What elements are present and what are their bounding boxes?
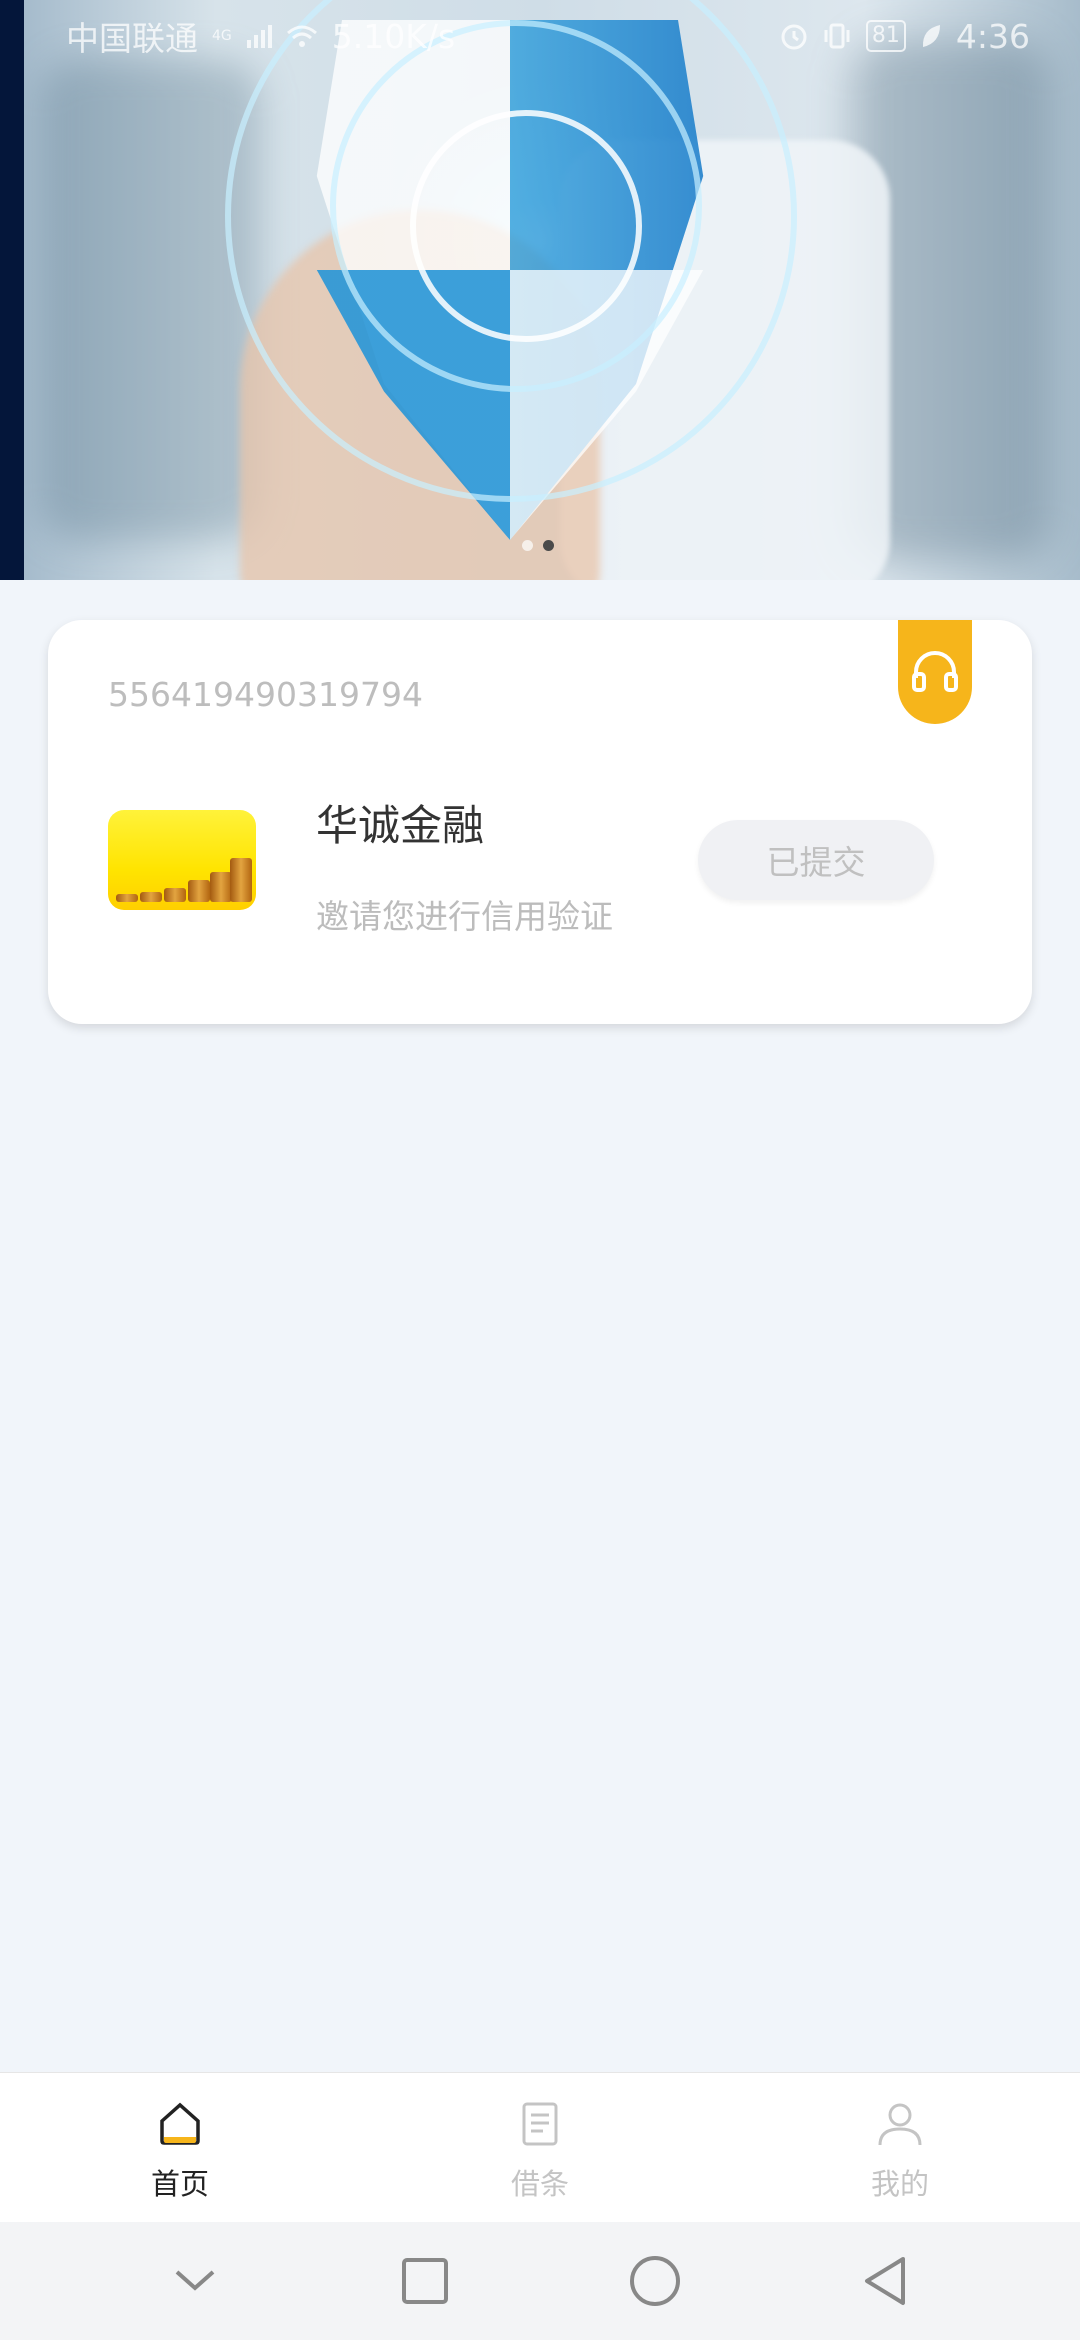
battery-indicator: 81: [865, 20, 906, 52]
tab-mine-label: 我的: [870, 2167, 929, 2201]
submitted-status-button[interactable]: 已提交: [698, 820, 934, 900]
carousel-dot-active: [543, 540, 554, 551]
promo-banner[interactable]: [0, 0, 1080, 580]
carrier-label: 中国联通: [66, 19, 198, 58]
company-logo: [108, 810, 256, 910]
tab-iou-label: 借条: [510, 2167, 569, 2201]
carousel-dot: [522, 540, 533, 551]
home-nav-button[interactable]: [615, 2241, 695, 2321]
recents-button[interactable]: [385, 2241, 465, 2321]
signal-icon: [246, 25, 272, 48]
wifi-icon: [286, 25, 317, 47]
system-nav-bar: [0, 2222, 1080, 2340]
leaf-icon: [922, 25, 940, 47]
carousel-indicator: [522, 540, 554, 551]
company-name: 华诚金融: [316, 801, 485, 850]
recents-icon: [402, 2258, 448, 2304]
banner-bg-blur: [40, 60, 260, 540]
network-type: 4G: [212, 28, 232, 44]
clock-time: 4:36: [955, 16, 1030, 56]
tab-home-label: 首页: [150, 2167, 209, 2201]
credit-invite-card: 556419490319794 华诚金融 邀请您进行信用验证 已提交: [48, 620, 1032, 1024]
hide-nav-button[interactable]: [155, 2241, 235, 2321]
customer-service-button[interactable]: [898, 620, 972, 724]
tab-iou[interactable]: 借条: [420, 2073, 660, 2222]
back-button[interactable]: [845, 2241, 925, 2321]
tab-mine[interactable]: 我的: [780, 2073, 1020, 2222]
tab-home[interactable]: 首页: [60, 2073, 300, 2222]
home-icon: [160, 2102, 200, 2145]
network-speed: 5.10K/s: [331, 16, 456, 56]
alarm-icon: [781, 24, 807, 50]
headset-icon: [912, 651, 958, 692]
status-bar: 中国联通 4G 5.10K/s 81 4:36: [0, 0, 1080, 72]
invite-message: 邀请您进行信用验证: [316, 897, 613, 936]
glow-ring: [410, 110, 642, 342]
back-icon: [865, 2257, 905, 2305]
banner-left-edge: [0, 0, 24, 580]
document-icon: [522, 2102, 558, 2146]
bottom-tab-bar: 首页 借条 我的: [0, 2072, 1080, 2222]
home-circle-icon: [630, 2256, 680, 2306]
chevron-down-icon: [175, 2270, 215, 2291]
person-icon: [878, 2103, 922, 2146]
vibrate-icon: [824, 23, 850, 49]
account-number: 556419490319794: [108, 675, 423, 714]
